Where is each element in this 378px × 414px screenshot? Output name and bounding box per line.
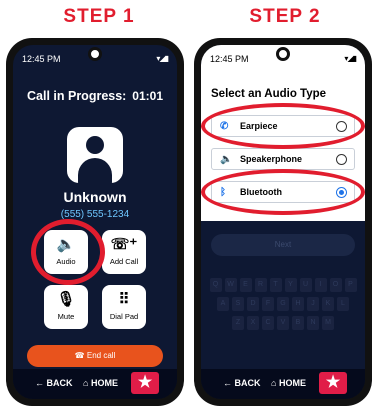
keyboard-key[interactable]: O — [329, 278, 342, 292]
keyboard-key[interactable]: H — [292, 297, 304, 311]
home-button[interactable]: ⌂ HOME — [271, 378, 306, 388]
contact-number: (555) 555-1234 — [60, 209, 130, 220]
keyboard-key[interactable]: T — [269, 278, 282, 292]
keyboard-row: ZXCVBNM — [205, 316, 361, 330]
next-button[interactable]: Next — [211, 234, 355, 256]
keyboard-key[interactable]: Z — [232, 316, 244, 330]
keyboard-key[interactable]: R — [254, 278, 267, 292]
home-button[interactable]: ⌂ HOME — [83, 378, 118, 388]
highlight-ring-bluetooth — [201, 169, 365, 215]
keyboard-row: QWERTYUIOP — [205, 278, 361, 292]
back-arrow-icon: ← — [35, 378, 44, 388]
keyboard-key[interactable]: M — [322, 316, 334, 330]
dial-pad-label: Dial Pad — [109, 312, 139, 321]
signal-battery-icon: ▾◢▮ — [156, 54, 169, 63]
favorite-star-icon[interactable]: ★ — [319, 372, 347, 394]
keyboard-key[interactable]: D — [247, 297, 259, 311]
keyboard-key[interactable]: G — [277, 297, 289, 311]
step-1-label: STEP 1 — [63, 6, 135, 27]
keyboard-key[interactable]: C — [262, 316, 274, 330]
keyboard-key[interactable]: L — [337, 297, 349, 311]
home-label: HOME — [90, 378, 118, 388]
bottom-nav: ← BACK ⌂ HOME ★ — [201, 369, 365, 399]
add-call-label: Add Call — [109, 257, 139, 266]
favorite-star-icon[interactable]: ★ — [131, 372, 159, 394]
dialpad-icon: ⠿ — [118, 291, 130, 308]
keyboard-key[interactable]: I — [314, 278, 327, 292]
phone-step-1: 12:45 PM ▾◢▮ Call in Progress: 01:01 Unk… — [6, 38, 184, 406]
end-call-label: End call — [86, 351, 116, 360]
keyboard-key[interactable]: X — [247, 316, 259, 330]
mic-off-icon: 🎙 — [56, 291, 76, 308]
highlight-ring-earpiece — [201, 103, 365, 149]
mute-button[interactable]: 🎙 Mute — [44, 285, 88, 329]
status-time: 12:45 PM — [210, 54, 249, 64]
contact-avatar-icon — [67, 127, 123, 183]
dial-pad-button[interactable]: ⠿ Dial Pad — [102, 285, 146, 329]
end-call-button[interactable]: ☎ End call — [27, 345, 163, 367]
option-speakerphone[interactable]: 🔈 Speakerphone — [211, 148, 355, 170]
home-icon: ⌂ — [271, 378, 277, 388]
phone-step-2: 12:45 PM ▾◢▮ Select an Audio Type ✆ Earp… — [194, 38, 372, 406]
camera-icon — [276, 47, 290, 61]
keyboard-key[interactable]: P — [344, 278, 357, 292]
back-button[interactable]: ← BACK — [35, 378, 73, 388]
contact-name: Unknown — [63, 189, 127, 205]
highlight-ring-audio — [31, 219, 105, 285]
home-icon: ⌂ — [83, 378, 89, 388]
call-screen: 12:45 PM ▾◢▮ Call in Progress: 01:01 Unk… — [13, 45, 177, 399]
end-call-icon: ☎ — [74, 351, 85, 360]
keyboard-key[interactable]: Q — [209, 278, 222, 292]
back-label: BACK — [46, 378, 73, 388]
keyboard-key[interactable]: S — [232, 297, 244, 311]
bottom-nav: ← BACK ⌂ HOME ★ — [13, 369, 177, 399]
status-time: 12:45 PM — [22, 54, 61, 64]
keyboard-key[interactable]: E — [239, 278, 252, 292]
back-arrow-icon: ← — [223, 378, 232, 388]
keyboard-key[interactable]: U — [299, 278, 312, 292]
camera-icon — [88, 47, 102, 61]
add-call-button[interactable]: ☏⁺ Add Call — [102, 230, 146, 274]
call-timer: 01:01 — [132, 89, 163, 103]
back-label: BACK — [234, 378, 261, 388]
keyboard-key[interactable]: V — [277, 316, 289, 330]
audio-type-screen: 12:45 PM ▾◢▮ Select an Audio Type ✆ Earp… — [201, 45, 365, 399]
speaker-icon: 🔈 — [220, 154, 233, 165]
keyboard: QWERTYUIOP ASDFGHJKL ZXCVBNM — [205, 278, 361, 335]
add-call-icon: ☏⁺ — [110, 236, 138, 253]
signal-battery-icon: ▾◢▮ — [344, 54, 357, 63]
step-2-label: STEP 2 — [249, 6, 321, 27]
keyboard-key[interactable]: N — [307, 316, 319, 330]
option-label: Speakerphone — [240, 154, 303, 164]
mute-label: Mute — [57, 312, 75, 321]
radio-speakerphone[interactable] — [336, 154, 347, 165]
back-button[interactable]: ← BACK — [223, 378, 261, 388]
sheet-title: Select an Audio Type — [211, 88, 327, 100]
home-label: HOME — [278, 378, 306, 388]
keyboard-key[interactable]: J — [307, 297, 319, 311]
keyboard-row: ASDFGHJKL — [205, 297, 361, 311]
keyboard-key[interactable]: F — [262, 297, 274, 311]
call-title: Call in Progress: — [27, 89, 127, 103]
keyboard-key[interactable]: K — [322, 297, 334, 311]
keyboard-key[interactable]: B — [292, 316, 304, 330]
keyboard-key[interactable]: Y — [284, 278, 297, 292]
keyboard-key[interactable]: W — [224, 278, 237, 292]
keyboard-key[interactable]: A — [217, 297, 229, 311]
